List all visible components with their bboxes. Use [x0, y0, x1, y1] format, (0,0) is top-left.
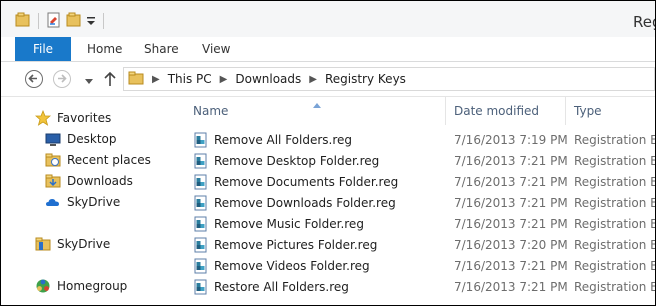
file-row[interactable]: Remove All Folders.reg 7/16/2013 7:19 PM… — [177, 130, 655, 151]
file-name[interactable]: Remove Documents Folder.reg — [214, 175, 398, 189]
file-type: Registration Ent — [574, 154, 655, 168]
tab-home[interactable]: Home — [87, 37, 122, 61]
file-type: Registration Ent — [574, 196, 655, 210]
column-header-type[interactable]: Type — [574, 104, 602, 118]
file-type: Registration Ent — [574, 280, 655, 294]
breadcrumb-downloads[interactable]: Downloads — [235, 72, 301, 86]
recent-places-icon — [45, 152, 61, 168]
address-folder-icon — [128, 70, 144, 89]
file-name[interactable]: Remove Videos Folder.reg — [214, 259, 370, 273]
nav-item-label: Desktop — [67, 132, 117, 146]
file-type: Registration Ent — [574, 259, 655, 273]
sort-ascending-icon — [313, 97, 321, 111]
file-name[interactable]: Remove Downloads Folder.reg — [214, 196, 396, 210]
nav-item-skydrive-favorite[interactable]: SkyDrive — [45, 192, 120, 212]
reg-file-icon — [193, 258, 209, 274]
quick-access-toolbar — [15, 12, 107, 30]
file-date: 7/16/2013 7:21 PM — [454, 259, 568, 273]
file-type: Registration Ent — [574, 175, 655, 189]
file-row[interactable]: Remove Music Folder.reg 7/16/2013 7:21 P… — [177, 214, 655, 235]
reg-file-icon — [193, 174, 209, 190]
nav-item-desktop[interactable]: Desktop — [45, 129, 117, 149]
column-divider[interactable] — [565, 97, 566, 125]
file-name[interactable]: Remove Pictures Folder.reg — [214, 238, 377, 252]
title-bar: Registry Keys — [1, 1, 655, 37]
nav-item-label: SkyDrive — [67, 195, 121, 209]
file-name[interactable]: Remove Music Folder.reg — [214, 217, 364, 231]
file-date: 7/16/2013 7:21 PM — [454, 196, 568, 210]
nav-homegroup[interactable]: Homegroup — [35, 276, 127, 296]
tab-share[interactable]: Share — [144, 37, 179, 61]
chevron-right-icon[interactable]: ▶ — [220, 74, 228, 85]
ribbon-tabs: File Home Share View — [1, 37, 655, 62]
nav-item-label: Downloads — [67, 174, 133, 188]
file-date: 7/16/2013 7:21 PM — [454, 217, 568, 231]
nav-skydrive-label: SkyDrive — [57, 237, 111, 251]
address-bar[interactable]: ▶ This PC ▶ Downloads ▶ Registry Keys — [123, 67, 655, 91]
customize-chevron-icon[interactable] — [86, 12, 96, 31]
file-row[interactable]: Remove Downloads Folder.reg 7/16/2013 7:… — [177, 193, 655, 214]
desktop-icon — [45, 131, 61, 147]
file-row[interactable]: Remove Desktop Folder.reg 7/16/2013 7:21… — [177, 151, 655, 172]
reg-file-icon — [193, 279, 209, 295]
column-header-name[interactable]: Name — [193, 104, 228, 118]
folder-icon[interactable] — [15, 12, 31, 31]
nav-item-downloads[interactable]: Downloads — [45, 171, 133, 191]
file-row[interactable]: Remove Videos Folder.reg 7/16/2013 7:21 … — [177, 256, 655, 277]
file-date: 7/16/2013 7:21 PM — [454, 280, 568, 294]
column-divider[interactable] — [445, 97, 446, 125]
star-icon — [34, 109, 52, 126]
file-row[interactable]: Restore All Folders.reg 7/16/2013 7:21 P… — [177, 277, 655, 298]
reg-file-icon — [193, 216, 209, 232]
file-type: Registration Ent — [574, 238, 655, 252]
file-name[interactable]: Remove Desktop Folder.reg — [214, 154, 379, 168]
recent-locations-icon[interactable] — [85, 74, 93, 88]
explorer-window: Registry Keys File Home Share View ▶ Th — [0, 0, 656, 306]
column-header-date[interactable]: Date modified — [454, 104, 539, 118]
column-headers: Name Date modified Type — [177, 97, 655, 125]
qat-separator-2 — [103, 13, 104, 29]
downloads-folder-icon — [45, 173, 61, 189]
reg-file-icon — [193, 237, 209, 253]
file-type: Registration Ent — [574, 217, 655, 231]
reg-file-icon — [193, 153, 209, 169]
file-date: 7/16/2013 7:19 PM — [454, 133, 568, 147]
properties-icon[interactable] — [46, 12, 62, 31]
window-title: Registry Keys — [633, 13, 655, 31]
tab-view[interactable]: View — [202, 37, 230, 61]
new-folder-icon[interactable] — [66, 12, 82, 31]
file-row[interactable]: Remove Documents Folder.reg 7/16/2013 7:… — [177, 172, 655, 193]
file-date: 7/16/2013 7:21 PM — [454, 154, 568, 168]
nav-homegroup-label: Homegroup — [57, 279, 128, 293]
file-row[interactable]: Remove Pictures Folder.reg 7/16/2013 7:2… — [177, 235, 655, 256]
file-name[interactable]: Restore All Folders.reg — [214, 280, 349, 294]
file-date: 7/16/2013 7:20 PM — [454, 238, 568, 252]
qat-separator — [38, 13, 39, 29]
chevron-right-icon[interactable]: ▶ — [152, 74, 160, 85]
breadcrumb-registry-keys[interactable]: Registry Keys — [325, 72, 406, 86]
nav-favorites[interactable]: Favorites — [34, 108, 112, 128]
nav-item-label: Recent places — [67, 153, 151, 167]
forward-button[interactable] — [53, 70, 71, 88]
file-type: Registration Ent — [574, 133, 655, 147]
skydrive-folder-icon — [35, 236, 51, 252]
breadcrumb: ▶ This PC ▶ Downloads ▶ Registry Keys — [128, 68, 406, 90]
back-button[interactable] — [25, 70, 43, 88]
breadcrumb-this-pc[interactable]: This PC — [168, 72, 212, 86]
navigation-bar: ▶ This PC ▶ Downloads ▶ Registry Keys — [1, 62, 655, 97]
homegroup-icon — [35, 278, 51, 294]
skydrive-icon — [45, 194, 61, 210]
tab-file[interactable]: File — [15, 37, 71, 61]
reg-file-icon — [193, 195, 209, 211]
up-arrow-icon[interactable] — [104, 71, 116, 90]
nav-favorites-label: Favorites — [57, 111, 112, 125]
chevron-right-icon[interactable]: ▶ — [309, 74, 317, 85]
nav-item-recent-places[interactable]: Recent places — [45, 150, 151, 170]
navigation-pane: Favorites Desktop Recent places Download… — [1, 97, 176, 305]
file-date: 7/16/2013 7:21 PM — [454, 175, 568, 189]
file-list: Name Date modified Type Remove All Folde… — [177, 97, 655, 305]
file-name[interactable]: Remove All Folders.reg — [214, 133, 352, 147]
nav-skydrive[interactable]: SkyDrive — [35, 234, 110, 254]
reg-file-icon — [193, 132, 209, 148]
